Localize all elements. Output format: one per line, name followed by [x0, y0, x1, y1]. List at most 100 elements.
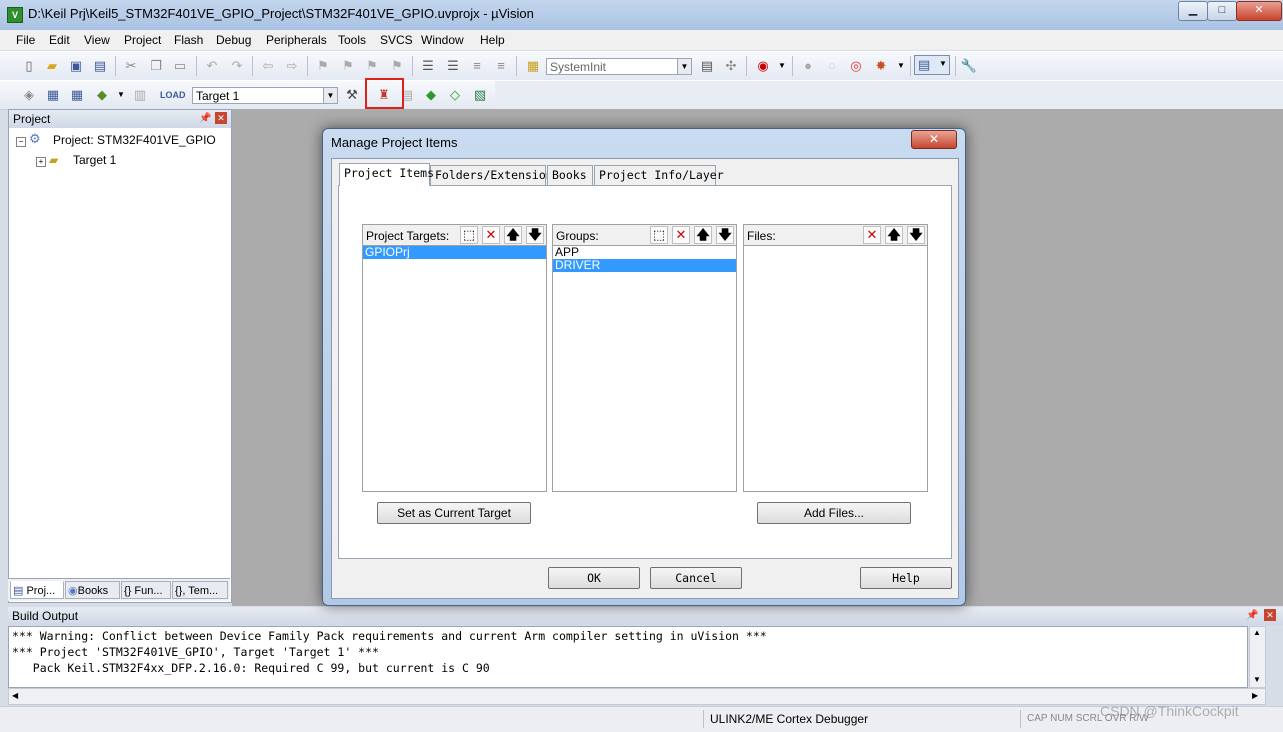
target-combo[interactable]: Target 1 ▼: [192, 87, 338, 104]
new-target-button[interactable]: ⬚: [460, 226, 478, 244]
breakpoint-disable-icon[interactable]: ◎: [847, 57, 865, 75]
menu-edit[interactable]: Edit: [49, 33, 70, 47]
breakpoint-kill-icon[interactable]: ✸: [872, 57, 890, 75]
manage-rte-icon[interactable]: ◆: [422, 86, 440, 104]
scroll-down-icon[interactable]: ▼: [1253, 675, 1261, 684]
files-listbox[interactable]: [743, 246, 928, 492]
close-icon[interactable]: ✕: [215, 112, 227, 124]
pin-icon[interactable]: 📌: [199, 110, 211, 128]
targets-listbox[interactable]: GPIOPrj: [362, 246, 547, 492]
cut-icon[interactable]: ✂: [122, 57, 140, 75]
move-file-down-button[interactable]: 🡇: [907, 226, 925, 244]
build-icon[interactable]: ▦: [44, 86, 62, 104]
uncomment-icon[interactable]: ≡: [492, 57, 510, 75]
add-files-button[interactable]: Add Files...: [757, 502, 911, 524]
dialog-close-button[interactable]: ✕: [911, 130, 957, 149]
menu-tools[interactable]: Tools: [338, 33, 366, 47]
close-window-button[interactable]: ✕: [1236, 1, 1282, 21]
ok-button[interactable]: OK: [548, 567, 640, 589]
menu-file[interactable]: File: [16, 33, 35, 47]
groups-listbox[interactable]: APP DRIVER: [552, 246, 737, 492]
bookmark-toggle-icon[interactable]: ⚑: [314, 57, 332, 75]
translate-icon[interactable]: ◈: [20, 86, 38, 104]
save-all-icon[interactable]: ▤: [91, 57, 109, 75]
tree-expand-icon[interactable]: +: [36, 157, 46, 167]
list-item[interactable]: GPIOPrj: [363, 246, 546, 259]
new-group-button[interactable]: ⬚: [650, 226, 668, 244]
debug-session-icon[interactable]: ◉: [754, 57, 772, 75]
function-combo[interactable]: SystemInit ▼: [546, 58, 692, 75]
breakpoint-insert-icon[interactable]: ●: [799, 57, 817, 75]
delete-file-button[interactable]: ✕: [863, 226, 881, 244]
move-target-up-button[interactable]: 🡅: [504, 226, 522, 244]
nav-back-icon[interactable]: ⇦: [259, 57, 277, 75]
move-target-down-button[interactable]: 🡇: [526, 226, 544, 244]
tree-item-target[interactable]: Target 1: [73, 153, 116, 167]
stop-build-icon[interactable]: ▥: [131, 86, 149, 104]
delete-target-button[interactable]: ✕: [482, 226, 500, 244]
menu-debug[interactable]: Debug: [216, 33, 251, 47]
tree-item-project-root[interactable]: Project: STM32F401VE_GPIO: [53, 133, 216, 147]
paste-icon[interactable]: ▭: [171, 57, 189, 75]
incremental-find-icon[interactable]: ✣: [722, 57, 740, 75]
tree-collapse-icon[interactable]: −: [16, 137, 26, 147]
tab-project-info-layer[interactable]: Project Info/Layer: [594, 165, 724, 185]
chevron-down-icon[interactable]: ▼: [112, 86, 130, 104]
indent-icon[interactable]: ☰: [419, 57, 437, 75]
configure-icon[interactable]: 🔧: [960, 57, 978, 75]
move-group-down-button[interactable]: 🡇: [716, 226, 734, 244]
tab-project[interactable]: ▤ Proj...: [10, 581, 64, 599]
rebuild-icon[interactable]: ▦: [68, 86, 86, 104]
tab-folders-extensions[interactable]: Folders/Extensions: [430, 165, 560, 185]
scroll-left-icon[interactable]: ◀: [12, 691, 18, 700]
menu-window[interactable]: Window: [421, 33, 464, 47]
window-layout-button[interactable]: ▤ ▼: [914, 55, 950, 75]
nav-forward-icon[interactable]: ⇨: [283, 57, 301, 75]
menu-help[interactable]: Help: [480, 33, 505, 47]
build-output-hscroll[interactable]: ◀ ▶: [8, 688, 1266, 705]
build-output-vscroll[interactable]: ▲ ▼: [1249, 626, 1266, 688]
menu-view[interactable]: View: [84, 33, 110, 47]
unindent-icon[interactable]: ☰: [444, 57, 462, 75]
copy-icon[interactable]: ❐: [147, 57, 165, 75]
open-file-icon[interactable]: ▰: [43, 57, 61, 75]
scroll-right-icon[interactable]: ▶: [1252, 691, 1258, 700]
select-packs-icon[interactable]: ◇: [446, 86, 464, 104]
pack-installer-icon[interactable]: ▧: [471, 86, 489, 104]
tab-functions[interactable]: {} Fun...: [121, 581, 171, 599]
move-file-up-button[interactable]: 🡅: [885, 226, 903, 244]
comment-icon[interactable]: ≡: [468, 57, 486, 75]
help-button[interactable]: Help: [860, 567, 952, 589]
delete-group-button[interactable]: ✕: [672, 226, 690, 244]
maximize-button[interactable]: □: [1207, 1, 1237, 21]
cancel-button[interactable]: Cancel: [650, 567, 742, 589]
list-item[interactable]: DRIVER: [553, 259, 736, 272]
build-output-text[interactable]: *** Warning: Conflict between Device Fam…: [8, 626, 1248, 688]
breakpoint-enable-icon[interactable]: ○: [823, 57, 841, 75]
menu-peripherals[interactable]: Peripherals: [266, 33, 327, 47]
chevron-down-icon[interactable]: ▼: [773, 57, 791, 75]
undo-icon[interactable]: ↶: [203, 57, 221, 75]
new-file-icon[interactable]: ▯: [20, 57, 38, 75]
find-in-files-icon[interactable]: ▦: [524, 57, 542, 75]
menu-svcs[interactable]: SVCS: [380, 33, 413, 47]
download-icon[interactable]: LOAD: [160, 86, 186, 104]
bookmark-prev-icon[interactable]: ⚑: [339, 57, 357, 75]
tab-templates[interactable]: {}, Tem...: [172, 581, 228, 599]
scroll-up-icon[interactable]: ▲: [1253, 628, 1261, 637]
chevron-down-icon[interactable]: ▼: [892, 57, 910, 75]
minimize-button[interactable]: ▁: [1178, 1, 1208, 21]
find-icon[interactable]: ▤: [698, 57, 716, 75]
tab-books[interactable]: Books: [547, 165, 593, 185]
save-icon[interactable]: ▣: [67, 57, 85, 75]
menu-flash[interactable]: Flash: [174, 33, 203, 47]
bookmark-next-icon[interactable]: ⚑: [363, 57, 381, 75]
target-options-icon[interactable]: ⚒: [343, 86, 361, 104]
batch-build-icon[interactable]: ◆: [93, 86, 111, 104]
redo-icon[interactable]: ↷: [228, 57, 246, 75]
bookmark-clear-icon[interactable]: ⚑: [388, 57, 406, 75]
tab-books[interactable]: ◉Books: [65, 581, 120, 599]
close-icon[interactable]: ✕: [1264, 609, 1276, 621]
menu-project[interactable]: Project: [124, 33, 161, 47]
set-current-target-button[interactable]: Set as Current Target: [377, 502, 531, 524]
